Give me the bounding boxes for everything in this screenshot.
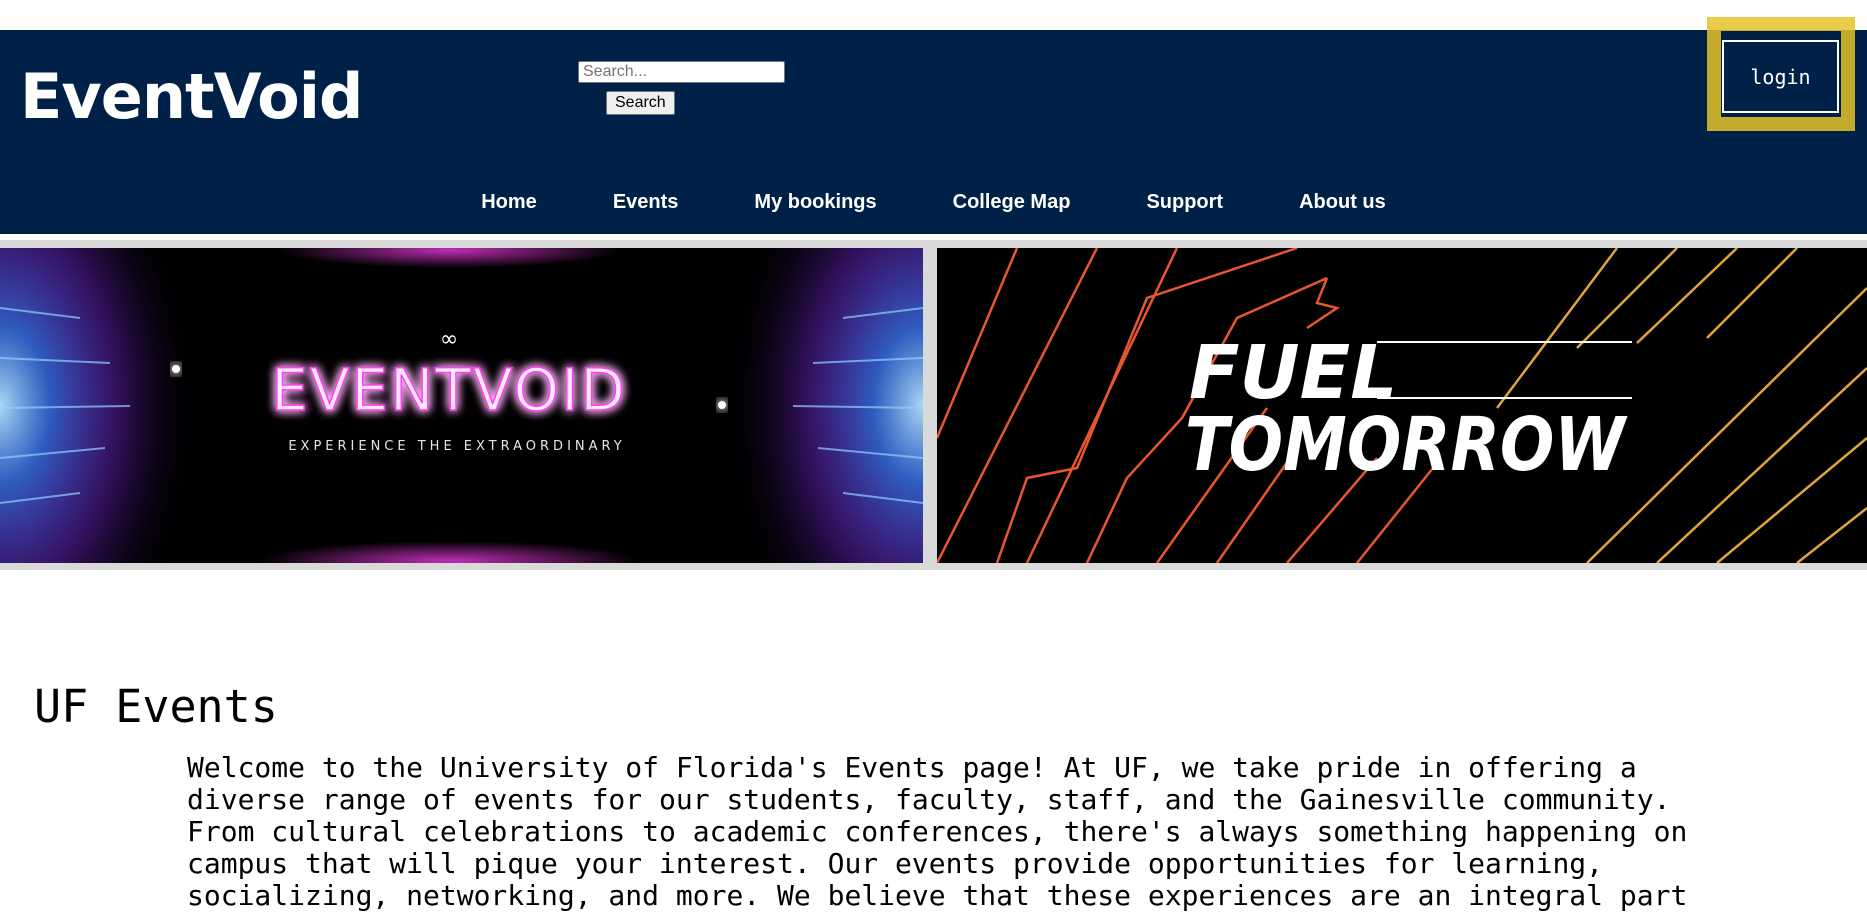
nav-college-map[interactable]: College Map (953, 184, 1071, 220)
intro-paragraph: Welcome to the University of Florida's E… (187, 751, 1688, 912)
banner-eventvoid-title: EVENTVOID (271, 356, 627, 424)
nav-about-us[interactable]: About us (1299, 184, 1386, 220)
brand-logo[interactable]: EventVoid (20, 66, 363, 128)
login-button[interactable]: login (1722, 40, 1839, 113)
site-header: EventVoid Search Home Events My bookings… (0, 30, 1867, 234)
search-button[interactable]: Search (606, 91, 675, 115)
nav-events[interactable]: Events (613, 184, 679, 220)
nav-my-bookings[interactable]: My bookings (754, 184, 876, 220)
nav-support[interactable]: Support (1146, 184, 1223, 220)
page-title: UF Events (34, 680, 278, 733)
main-nav: Home Events My bookings College Map Supp… (0, 184, 1867, 220)
infinity-symbol: ∞ (440, 327, 458, 352)
banner-eventvoid-tagline: EXPERIENCE THE EXTRAORDINARY (288, 439, 625, 454)
search-input[interactable] (578, 61, 785, 83)
eventvoid-banner: ∞ EVENTVOID EXPERIENCE THE EXTRAORDINARY (0, 248, 923, 563)
banner-fuel-line2: TOMORROW (1185, 402, 1628, 488)
nav-home[interactable]: Home (481, 184, 537, 220)
fuel-tomorrow-banner: FUEL TOMORROW (937, 248, 1867, 563)
